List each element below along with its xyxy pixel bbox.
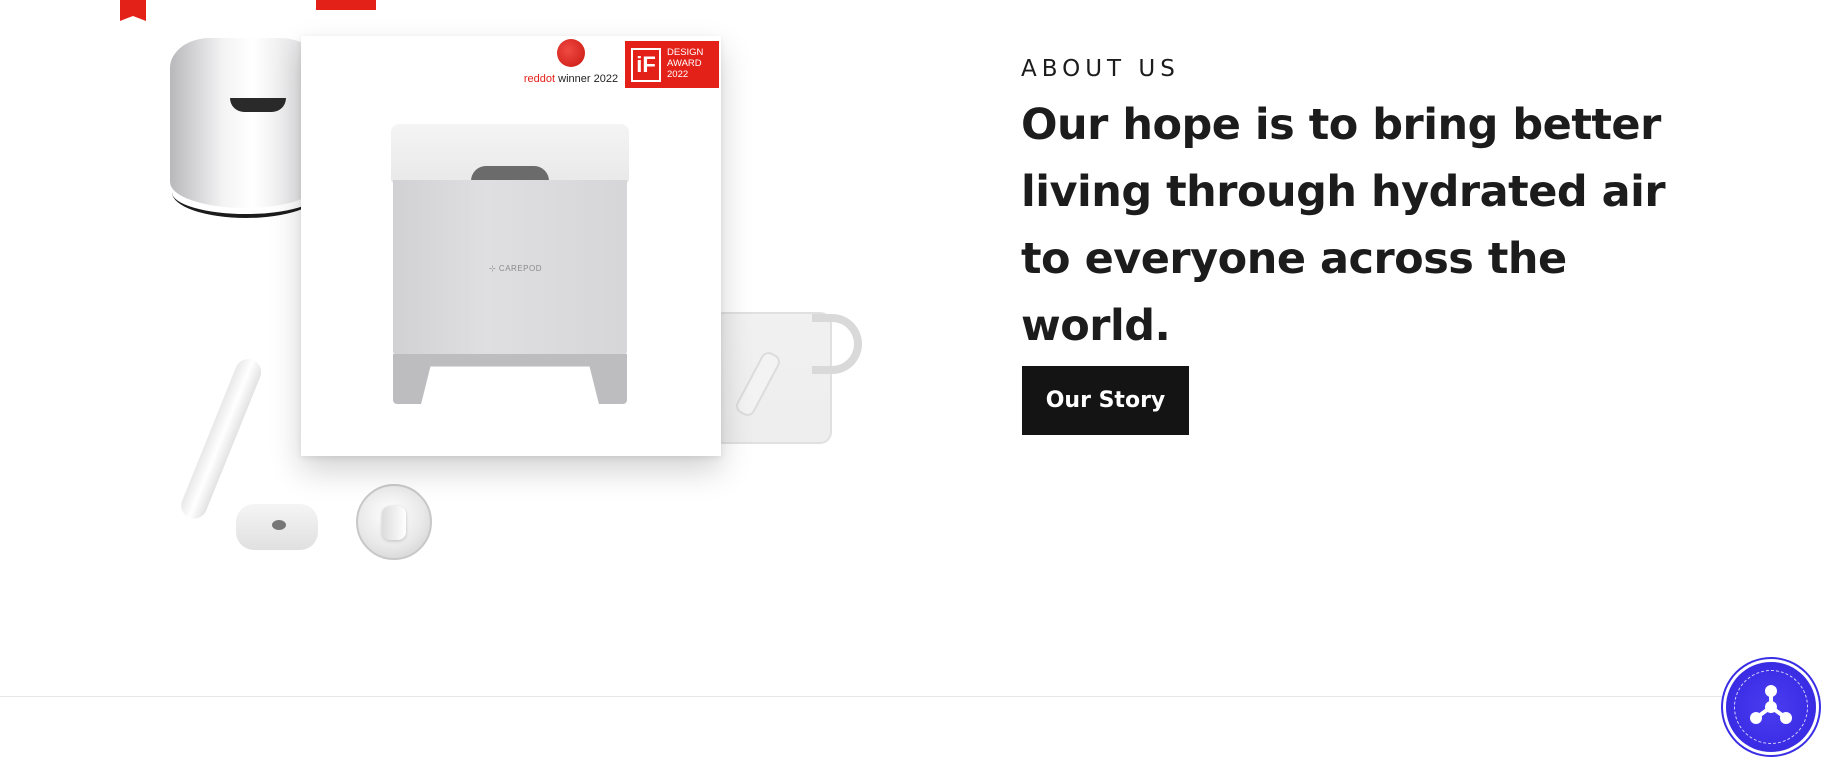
carepod-logo-icon[interactable] [1726,662,1816,752]
product-media: reddot winner 2022 iF DESIGN AWARD 2022 … [0,0,900,600]
reddot-award: reddot winner 2022 [522,39,620,85]
tube-foot-image [236,504,318,550]
tube-accessory-image [177,355,266,523]
award-badge-icon [316,0,376,10]
cube-humidifier-image: ⊹ CAREPOD [391,124,629,409]
product-logo-text: ⊹ CAREPOD [489,264,542,273]
tank-handle-image [812,314,862,374]
reddot-label: winner 2022 [555,73,619,85]
section-eyebrow: ABOUT US [1021,56,1180,82]
reddot-brand: reddot [523,73,556,85]
our-story-button[interactable]: Our Story [1022,366,1189,435]
section-divider [0,696,1821,697]
section-headline: Our hope is to bring better living throu… [1021,100,1666,351]
if-line-3: 2022 [667,69,689,80]
if-logo-icon: iF [631,48,661,82]
if-design-award: iF DESIGN AWARD 2022 [625,41,719,88]
product-card: reddot winner 2022 iF DESIGN AWARD 2022 … [301,36,721,456]
about-section: ABOUT US Our hope is to bring better liv… [1021,56,1741,360]
round-humidifier-image [170,38,320,218]
if-line-2: AWARD [667,58,702,69]
molecule-icon [1750,685,1792,724]
disc-accessory-image [356,484,432,560]
award-ribbon-icon [120,0,146,21]
if-line-1: DESIGN [667,47,704,58]
reddot-logo-icon [557,39,585,67]
